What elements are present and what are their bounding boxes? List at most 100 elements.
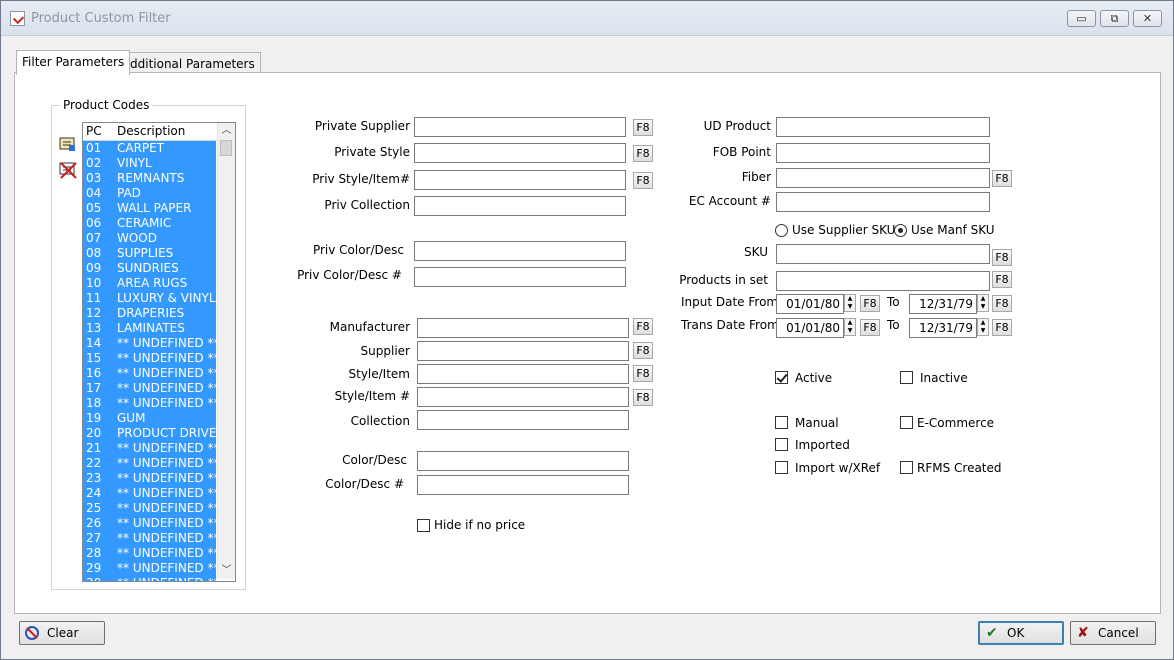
import-xref-checkbox[interactable] — [775, 461, 788, 474]
sku-field[interactable] — [776, 244, 990, 264]
imported-checkbox[interactable] — [775, 438, 788, 451]
manufacturer-field[interactable] — [417, 318, 629, 338]
list-item[interactable]: 28 ** UNDEFINED ** — [83, 546, 216, 561]
priv-color-desc-num-field[interactable] — [414, 267, 626, 287]
input-date-from-spinner[interactable]: ▲ ▼ — [844, 294, 856, 312]
list-item[interactable]: 01 CARPET — [83, 141, 216, 156]
list-item[interactable]: 24 ** UNDEFINED ** — [83, 486, 216, 501]
color-desc-num-field[interactable] — [417, 475, 629, 495]
input-date-from-lookup-button[interactable]: F8 — [860, 295, 880, 312]
list-item[interactable]: 22 ** UNDEFINED ** — [83, 456, 216, 471]
list-item[interactable]: 16 ** UNDEFINED ** — [83, 366, 216, 381]
cancel-button[interactable]: ✘ Cancel — [1070, 621, 1156, 645]
list-item[interactable]: 12 DRAPERIES — [83, 306, 216, 321]
list-item[interactable]: 02 VINYL — [83, 156, 216, 171]
priv-color-desc-field[interactable] — [414, 241, 626, 261]
list-item[interactable]: 18 ** UNDEFINED ** — [83, 396, 216, 411]
product-code: 29 — [86, 561, 102, 575]
trans-date-to-spinner[interactable]: ▲ ▼ — [977, 318, 989, 336]
input-date-to-lookup-button[interactable]: F8 — [992, 295, 1012, 312]
restore-button[interactable]: ⧉ — [1100, 10, 1129, 27]
list-item[interactable]: 30 ** UNDEFINED ** — [83, 576, 216, 581]
product-description: SUPPLIES — [117, 246, 174, 260]
list-item[interactable]: 21 ** UNDEFINED ** — [83, 441, 216, 456]
list-item[interactable]: 15 ** UNDEFINED ** — [83, 351, 216, 366]
tab-filter-parameters[interactable]: Filter Parameters — [16, 50, 131, 75]
active-checkbox[interactable] — [775, 371, 788, 384]
list-item[interactable]: 08 SUPPLIES — [83, 246, 216, 261]
trans-date-from-spinner[interactable]: ▲ ▼ — [844, 318, 856, 336]
product-codes-list[interactable]: PC Description 01 CARPET 02 VINYL 03 REMNANTS… — [82, 122, 236, 582]
input-date-to-field[interactable]: 12/31/79 — [909, 294, 977, 314]
scroll-thumb[interactable] — [220, 140, 232, 156]
list-item[interactable]: 06 CERAMIC — [83, 216, 216, 231]
clear-button[interactable]: Clear — [19, 621, 105, 645]
priv-style-item-lookup-button[interactable]: F8 — [633, 172, 653, 189]
list-item[interactable]: 11 LUXURY & VINYL T — [83, 291, 216, 306]
priv-style-item-field[interactable] — [414, 170, 626, 190]
manual-checkbox[interactable] — [775, 416, 788, 429]
trans-date-from-lookup-button[interactable]: F8 — [860, 319, 880, 336]
list-item[interactable]: 25 ** UNDEFINED ** — [83, 501, 216, 516]
trans-date-from-field[interactable]: 01/01/80 — [776, 318, 844, 338]
ecommerce-checkbox[interactable] — [900, 416, 913, 429]
minimize-button[interactable]: ▭ — [1067, 10, 1096, 27]
list-item[interactable]: 09 SUNDRIES — [83, 261, 216, 276]
list-item[interactable]: 29 ** UNDEFINED ** — [83, 561, 216, 576]
ec-account-field[interactable] — [776, 192, 990, 212]
rfms-created-checkbox[interactable] — [900, 461, 913, 474]
column-pc[interactable]: PC — [86, 124, 102, 138]
scroll-down-icon[interactable]: ﹀ — [218, 563, 235, 579]
private-style-lookup-button[interactable]: F8 — [633, 145, 653, 162]
list-item[interactable]: 03 REMNANTS — [83, 171, 216, 186]
list-item[interactable]: 23 ** UNDEFINED ** — [83, 471, 216, 486]
style-item-field[interactable] — [417, 364, 629, 384]
use-supplier-sku-radio[interactable] — [775, 224, 788, 237]
fiber-lookup-button[interactable]: F8 — [992, 170, 1012, 187]
priv-collection-field[interactable] — [414, 196, 626, 216]
supplier-lookup-button[interactable]: F8 — [633, 342, 653, 359]
supplier-field[interactable] — [417, 341, 629, 361]
style-item-num-field[interactable] — [417, 387, 629, 407]
collection-field[interactable] — [417, 410, 629, 430]
style-item-num-lookup-button[interactable]: F8 — [633, 389, 653, 406]
trans-date-to-field[interactable]: 12/31/79 — [909, 318, 977, 338]
list-item[interactable]: 10 AREA RUGS — [83, 276, 216, 291]
color-desc-field[interactable] — [417, 451, 629, 471]
products-in-set-field[interactable] — [776, 271, 990, 291]
products-in-set-lookup-button[interactable]: F8 — [992, 271, 1012, 288]
list-item[interactable]: 13 LAMINATES — [83, 321, 216, 336]
inactive-checkbox[interactable] — [900, 371, 913, 384]
list-item[interactable]: 19 GUM — [83, 411, 216, 426]
sku-lookup-button[interactable]: F8 — [992, 249, 1012, 266]
list-item[interactable]: 05 WALL PAPER — [83, 201, 216, 216]
column-description[interactable]: Description — [117, 124, 185, 138]
list-item[interactable]: 20 PRODUCT DRIVEN — [83, 426, 216, 441]
hide-if-no-price-checkbox[interactable] — [417, 519, 430, 532]
ok-button[interactable]: ✔ OK — [978, 621, 1064, 645]
list-scrollbar[interactable]: ︿ ﹀ — [217, 123, 235, 579]
input-date-from-field[interactable]: 01/01/80 — [776, 294, 844, 314]
ud-product-field[interactable] — [776, 117, 990, 137]
list-item[interactable]: 14 ** UNDEFINED ** — [83, 336, 216, 351]
list-item[interactable]: 04 PAD — [83, 186, 216, 201]
select-all-icon[interactable] — [59, 136, 77, 152]
list-item[interactable]: 27 ** UNDEFINED ** — [83, 531, 216, 546]
fiber-field[interactable] — [776, 168, 990, 188]
private-supplier-field[interactable] — [414, 117, 626, 137]
private-style-field[interactable] — [414, 143, 626, 163]
tab-additional-parameters[interactable]: Additional Parameters — [116, 52, 261, 74]
scroll-up-icon[interactable]: ︿ — [218, 123, 235, 139]
close-button[interactable]: ✕ — [1133, 10, 1162, 27]
private-supplier-lookup-button[interactable]: F8 — [633, 119, 653, 136]
manufacturer-lookup-button[interactable]: F8 — [633, 318, 653, 335]
list-item[interactable]: 17 ** UNDEFINED ** — [83, 381, 216, 396]
list-item[interactable]: 26 ** UNDEFINED ** — [83, 516, 216, 531]
fob-point-field[interactable] — [776, 143, 990, 163]
deselect-all-icon[interactable] — [59, 161, 77, 179]
input-date-to-spinner[interactable]: ▲ ▼ — [977, 294, 989, 312]
style-item-lookup-button[interactable]: F8 — [633, 365, 653, 382]
use-manf-sku-radio[interactable] — [894, 224, 907, 237]
list-item[interactable]: 07 WOOD — [83, 231, 216, 246]
trans-date-to-lookup-button[interactable]: F8 — [992, 319, 1012, 336]
